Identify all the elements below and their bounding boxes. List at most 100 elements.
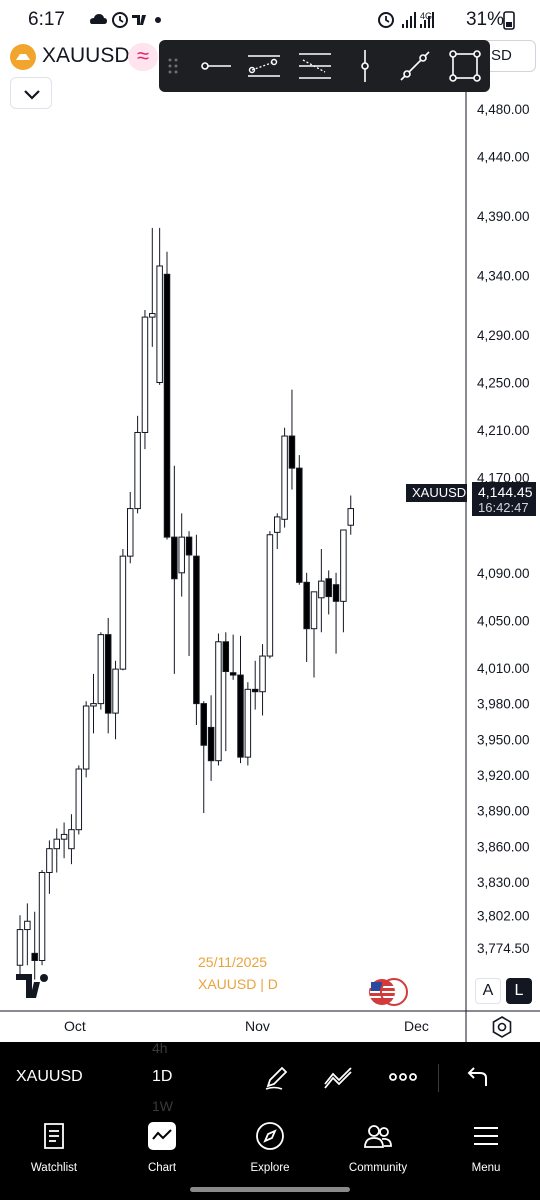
candle-body-down (251, 688, 259, 693)
fib-retracement-icon[interactable] (297, 48, 333, 84)
nav-item-community[interactable]: Community (324, 1114, 432, 1184)
price-axis-label: 3,950.00 (477, 732, 530, 747)
candle (288, 389, 296, 490)
candle-body-down (288, 435, 296, 469)
symbol-logo-icon[interactable] (10, 44, 36, 70)
candle (259, 644, 266, 716)
candle (149, 227, 156, 347)
candle-body-up (340, 529, 347, 602)
candle (82, 701, 90, 778)
nav-item-menu[interactable]: Menu (432, 1114, 540, 1184)
price-chart[interactable]: 4,480.00 4,440.00 4,390.00 4,340.00 4,290.00… (0, 92, 540, 1042)
candle (266, 531, 274, 659)
us-flag-icon[interactable] (368, 978, 408, 1006)
candle-body-down (163, 273, 171, 538)
nav-item-explore[interactable]: Explore (216, 1114, 324, 1184)
candle (325, 570, 332, 615)
trend-line-icon[interactable] (397, 48, 433, 84)
candle (303, 572, 310, 662)
candle (68, 814, 75, 865)
pen-icon[interactable] (262, 1062, 292, 1092)
candle (171, 465, 178, 674)
svg-text:4G: 4G (420, 11, 432, 21)
price-axis-label: 3,774.50 (477, 941, 530, 956)
candle (207, 695, 215, 781)
candle-body-up (112, 668, 119, 714)
undo-icon[interactable] (462, 1062, 492, 1092)
interval-option[interactable]: 4h (152, 1040, 168, 1056)
tradingview-logo-icon (16, 974, 48, 998)
log-scale-button[interactable]: L (506, 978, 532, 1004)
candle-body-up (97, 634, 105, 705)
signal-icon (402, 12, 416, 28)
more-icon[interactable] (388, 1062, 418, 1092)
candle (222, 632, 230, 752)
price-axis-label: 3,860.00 (477, 839, 530, 854)
nav-item-watchlist[interactable]: Watchlist (0, 1114, 108, 1184)
candle-body-down (325, 578, 332, 598)
candle (310, 591, 318, 678)
price-axis-label: 4,010.00 (477, 661, 530, 676)
chart-icon (148, 1122, 176, 1150)
candle (127, 491, 134, 564)
candle-body-up (274, 516, 281, 533)
vertical-line-icon[interactable] (347, 48, 383, 84)
candle-body-up (24, 920, 31, 931)
currency-tab-label: SD (491, 47, 512, 64)
symbol-watermark: XAUUSD | D (198, 976, 278, 992)
menu-icon (474, 1127, 498, 1145)
price-axis-label: 3,802.00 (477, 908, 530, 923)
interval-button[interactable]: 1D (152, 1068, 172, 1086)
candle (340, 529, 347, 633)
candles-layer (16, 227, 354, 980)
price-axis-label: 3,980.00 (477, 697, 530, 712)
nav-item-chart[interactable]: Chart (108, 1114, 216, 1184)
candle (112, 660, 119, 740)
candle (156, 227, 163, 385)
rectangle-icon[interactable] (447, 48, 483, 84)
drag-handle-icon[interactable] (163, 48, 183, 84)
candle (251, 660, 259, 710)
candle (38, 870, 46, 966)
time-axis: Oct Nov Dec (64, 1018, 429, 1034)
candle-body-down (332, 584, 340, 602)
candle-body-down (229, 672, 237, 676)
candle (244, 682, 252, 766)
candle-body-down (171, 536, 178, 580)
wave-badge-icon[interactable]: ≈ (128, 43, 158, 71)
candle-body-down (31, 952, 38, 961)
candle-body-up (178, 536, 185, 574)
battery-percent: 31% (465, 9, 504, 30)
chart-settings-icon[interactable] (490, 1015, 514, 1039)
candle-body-up (82, 705, 90, 770)
candle-body-down (207, 726, 215, 762)
time-axis-label: Oct (64, 1018, 86, 1034)
interval-option[interactable]: 1W (152, 1098, 173, 1114)
last-price-value: 4,144.45 (478, 484, 533, 500)
candle (46, 840, 53, 894)
status-time: 6:17 (28, 9, 65, 30)
horizontal-ray-icon[interactable] (199, 48, 235, 84)
parallel-channel-icon[interactable] (246, 48, 282, 84)
auto-scale-button[interactable]: A (475, 978, 501, 1004)
price-axis-label: 4,390.00 (477, 209, 530, 224)
candle-body-down (303, 581, 310, 630)
candle-body-up (347, 508, 354, 526)
candle (274, 513, 281, 550)
candle-body-up (281, 435, 288, 520)
candle-body-up (266, 534, 274, 657)
home-indicator (190, 1187, 350, 1192)
indicators-icon[interactable] (323, 1062, 353, 1092)
price-axis-label: 4,250.00 (477, 376, 530, 391)
candle (60, 822, 68, 859)
toolbar-symbol-button[interactable]: XAUUSD (16, 1068, 83, 1086)
price-axis-label: 3,890.00 (477, 804, 530, 819)
candle (163, 251, 171, 540)
candle (215, 633, 222, 766)
candle-body-up (60, 833, 68, 840)
symbol-name[interactable]: XAUUSD (42, 44, 130, 68)
candle-body-up (215, 641, 222, 762)
last-price-symbol-tag: XAUUSD (406, 484, 467, 502)
price-axis: 4,480.00 4,440.00 4,390.00 4,340.00 4,290.00… (477, 102, 530, 956)
candle-body-up (156, 265, 163, 384)
